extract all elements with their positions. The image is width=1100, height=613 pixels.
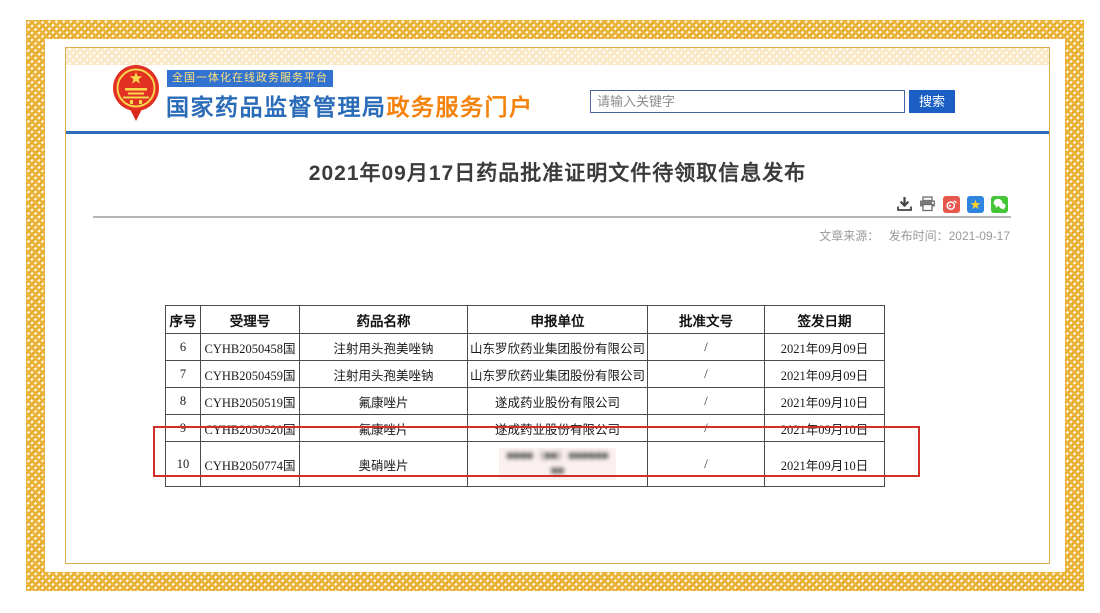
qzone-share-icon[interactable]: ★ (967, 196, 984, 213)
cell: 山东罗欣药业集团股份有限公司 (468, 334, 648, 361)
applicant-cell-redacted: ■■■■（■■）■■■■■■■■ (468, 442, 648, 487)
results-table-wrap: 序号受理号药品名称申报单位批准文号签发日期 6CYHB2050458国注射用头孢… (165, 305, 885, 487)
national-emblem-logo (111, 64, 161, 122)
wechat-share-icon[interactable] (991, 196, 1008, 213)
redacted-text: ■■■■（■■）■■■■■■■■ (499, 448, 617, 480)
page: 全国一体化在线政务服务平台 国家药品监督管理局政务服务门户 搜索 2021年09… (0, 0, 1100, 613)
cell: 2021年09月10日 (765, 442, 885, 487)
frame-border-bottom (26, 572, 1084, 591)
table-row: 7CYHB2050459国注射用头孢美唑钠山东罗欣药业集团股份有限公司/2021… (166, 361, 885, 388)
cell: 9 (166, 415, 201, 442)
cell: 2021年09月10日 (765, 415, 885, 442)
table-row: 9CYHB2050520国氟康唑片遂成药业股份有限公司/2021年09月10日 (166, 415, 885, 442)
cell: 氟康唑片 (300, 388, 468, 415)
table-header-row: 序号受理号药品名称申报单位批准文号签发日期 (166, 306, 885, 334)
table-row-highlighted: 10CYHB2050774国奥硝唑片 ■■■■（■■）■■■■■■■■ /2021年… (166, 442, 885, 487)
cell: 6 (166, 334, 201, 361)
column-header: 药品名称 (300, 306, 468, 334)
header-divider-line (66, 131, 1049, 134)
cell: 遂成药业股份有限公司 (468, 388, 648, 415)
cell: CYHB2050519国 (201, 388, 300, 415)
search-input[interactable] (590, 90, 905, 113)
article-meta: 文章来源： 发布时间：2021-09-17 (813, 227, 1010, 244)
table-row: 8CYHB2050519国氟康唑片遂成药业股份有限公司/2021年09月10日 (166, 388, 885, 415)
cell: 7 (166, 361, 201, 388)
column-header: 批准文号 (648, 306, 765, 334)
frame-border-left (26, 20, 45, 591)
portal-name: 政务服务门户 (387, 94, 534, 120)
cell: 奥硝唑片 (300, 442, 468, 487)
cell: 注射用头孢美唑钠 (300, 334, 468, 361)
cell: 山东罗欣药业集团股份有限公司 (468, 361, 648, 388)
column-header: 签发日期 (765, 306, 885, 334)
cell: / (648, 334, 765, 361)
cell: 2021年09月09日 (765, 361, 885, 388)
meta-divider-line (93, 216, 1011, 218)
column-header: 受理号 (201, 306, 300, 334)
frame-border-right (1065, 20, 1084, 591)
platform-badge: 全国一体化在线政务服务平台 (167, 70, 333, 87)
cell: / (648, 415, 765, 442)
site-title: 国家药品监督管理局政务服务门户 (166, 88, 534, 122)
results-table: 序号受理号药品名称申报单位批准文号签发日期 6CYHB2050458国注射用头孢… (165, 305, 885, 487)
cell: 10 (166, 442, 201, 487)
cell: 注射用头孢美唑钠 (300, 361, 468, 388)
cell: 氟康唑片 (300, 415, 468, 442)
table-row: 6CYHB2050458国注射用头孢美唑钠山东罗欣药业集团股份有限公司/2021… (166, 334, 885, 361)
cell: / (648, 388, 765, 415)
weibo-share-icon[interactable] (943, 196, 960, 213)
cell: CYHB2050520国 (201, 415, 300, 442)
cell: / (648, 442, 765, 487)
download-icon[interactable] (897, 196, 912, 212)
cell: 2021年09月09日 (765, 334, 885, 361)
column-header: 申报单位 (468, 306, 648, 334)
frame-watermark-strip (66, 48, 1049, 65)
org-name: 国家药品监督管理局 (166, 94, 387, 120)
cell: / (648, 361, 765, 388)
publish-time: 发布时间：2021-09-17 (889, 229, 1010, 243)
source-label: 文章来源： (819, 229, 879, 243)
cell: 遂成药业股份有限公司 (468, 415, 648, 442)
cell: CYHB2050459国 (201, 361, 300, 388)
cell: CYHB2050458国 (201, 334, 300, 361)
article-toolbar: ★ (897, 195, 1008, 213)
cell: 8 (166, 388, 201, 415)
column-header: 序号 (166, 306, 201, 334)
frame-border-top (26, 20, 1084, 39)
cell: 2021年09月10日 (765, 388, 885, 415)
search-button[interactable]: 搜索 (909, 90, 955, 113)
article-title: 2021年09月17日药品批准证明文件待领取信息发布 (120, 157, 995, 187)
cell: CYHB2050774国 (201, 442, 300, 487)
print-icon[interactable] (919, 196, 936, 212)
